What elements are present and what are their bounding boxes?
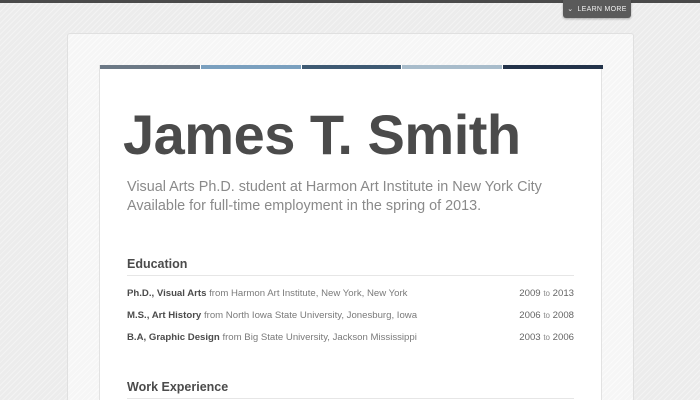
year-start: 2006 — [519, 310, 541, 321]
resume-summary: Visual Arts Ph.D. student at Harmon Art … — [127, 178, 587, 216]
chevron-down-icon: ⌄ — [567, 5, 574, 13]
education-years: 2006 to 2008 — [519, 310, 574, 321]
color-strip-segment — [301, 65, 402, 69]
color-strip — [100, 65, 603, 69]
education-row: B.A, Graphic Design from Big State Unive… — [127, 332, 574, 346]
education-place: from North Iowa State University, Jonesb… — [203, 310, 418, 321]
work-experience-heading: Work Experience — [127, 380, 229, 394]
education-degree: M.S., Art History — [127, 310, 202, 321]
education-years: 2009 to 2013 — [519, 288, 574, 299]
resume-name: James T. Smith — [123, 103, 521, 166]
color-strip-segment — [402, 65, 503, 69]
year-end: 2006 — [552, 332, 574, 343]
year-start: 2003 — [519, 332, 541, 343]
education-row: Ph.D., Visual Arts from Harmon Art Insti… — [127, 288, 574, 302]
year-start: 2009 — [519, 288, 541, 299]
education-degree: B.A, Graphic Design — [127, 332, 220, 343]
summary-line: Available for full-time employment in th… — [127, 198, 482, 214]
education-heading: Education — [127, 257, 188, 271]
year-separator: to — [543, 333, 550, 342]
resume-paper: James T. Smith Visual Arts Ph.D. student… — [99, 65, 603, 400]
year-separator: to — [543, 311, 550, 320]
education-row: M.S., Art History from North Iowa State … — [127, 310, 574, 324]
education-place: from Big State University, Jackson Missi… — [222, 332, 417, 343]
education-place: from Harmon Art Institute, New York, New… — [209, 288, 408, 299]
summary-line: Visual Arts Ph.D. student at Harmon Art … — [127, 179, 542, 195]
year-separator: to — [543, 289, 550, 298]
work-experience-divider — [127, 398, 574, 399]
color-strip-segment — [100, 65, 200, 69]
education-years: 2003 to 2006 — [519, 332, 574, 343]
learn-more-label: LEARN MORE — [577, 5, 627, 13]
learn-more-button[interactable]: ⌄ LEARN MORE — [563, 0, 631, 18]
color-strip-segment — [200, 65, 301, 69]
color-strip-segment — [503, 65, 603, 69]
education-degree: Ph.D., Visual Arts — [127, 288, 207, 299]
education-divider — [127, 275, 574, 276]
year-end: 2008 — [552, 310, 574, 321]
year-end: 2013 — [552, 288, 574, 299]
